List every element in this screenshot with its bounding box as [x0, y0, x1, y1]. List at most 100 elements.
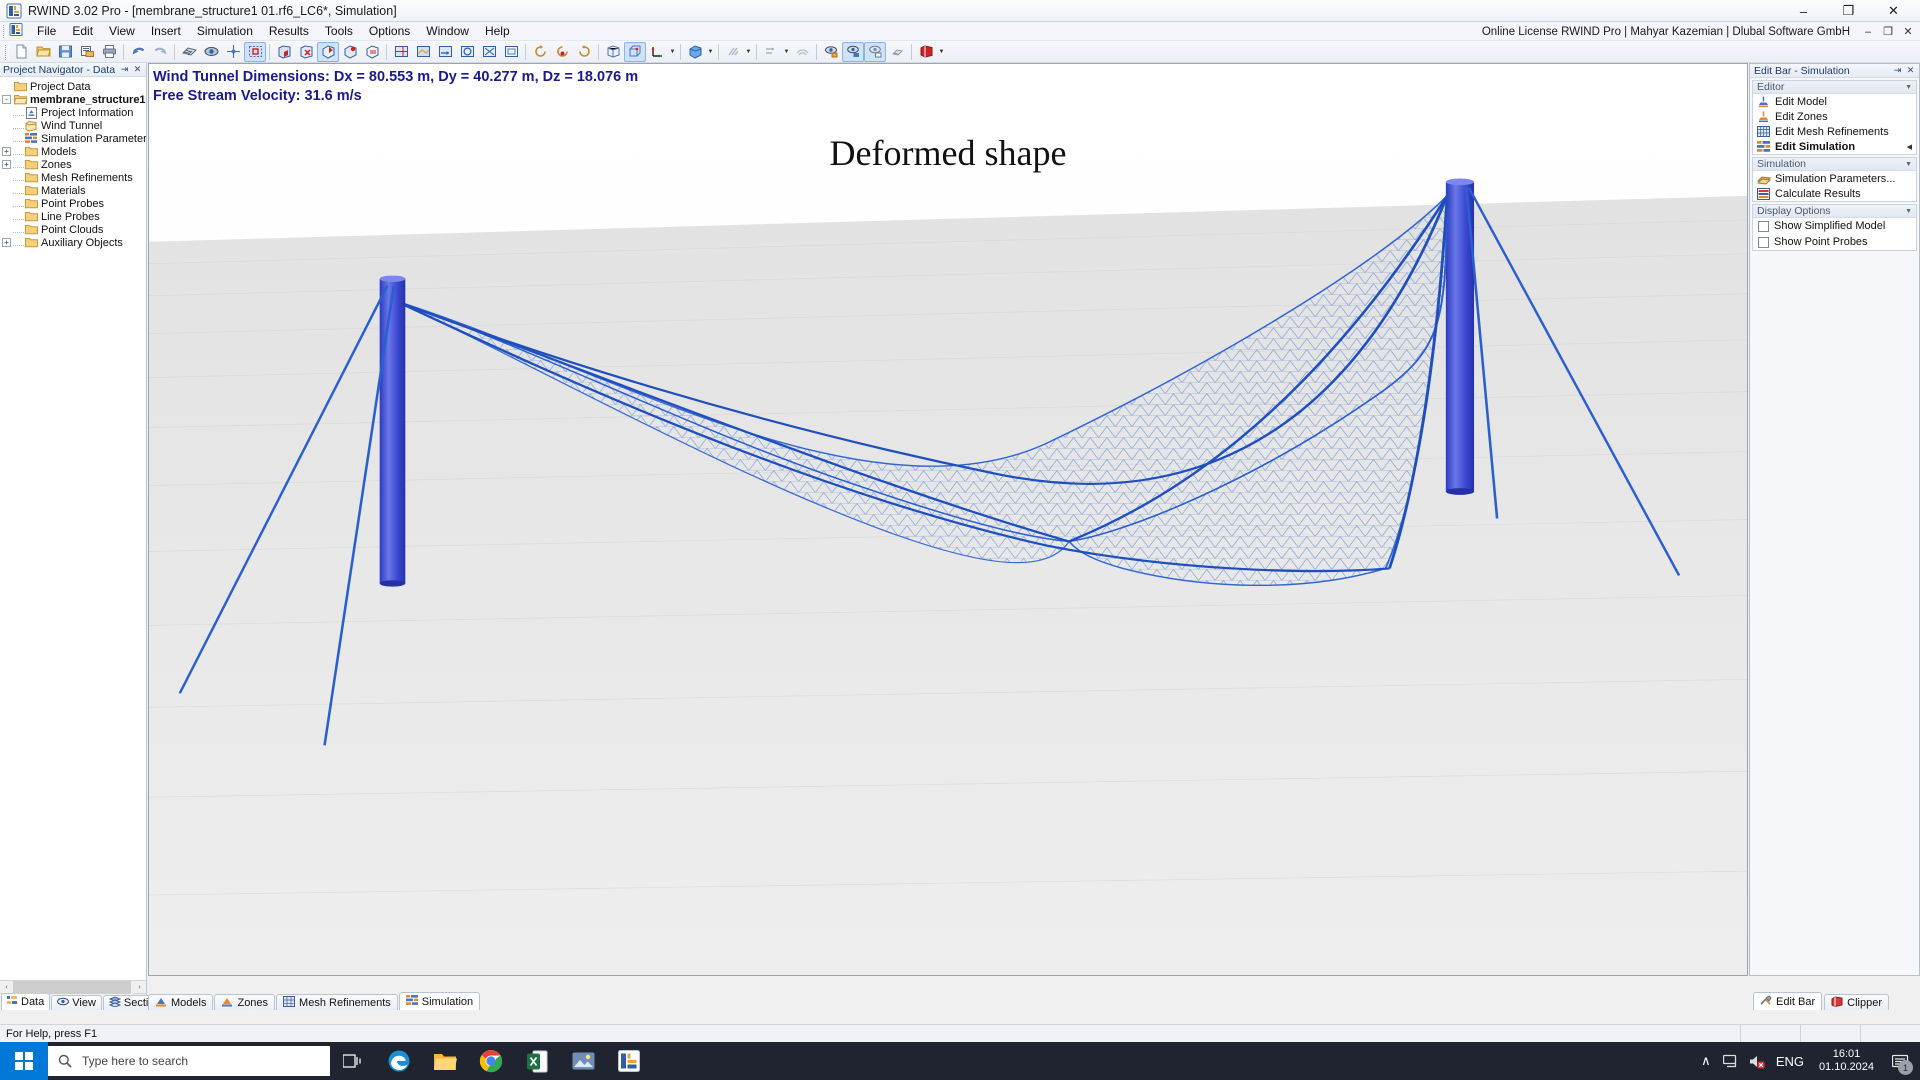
task-view-icon[interactable] [330, 1042, 376, 1080]
language-indicator[interactable]: ENG [1771, 1042, 1809, 1080]
rwind-icon[interactable] [606, 1042, 652, 1080]
viewport-tab-mesh-refinements[interactable]: Mesh Refinements [276, 994, 398, 1010]
tree-item-materials[interactable]: Materials [0, 184, 146, 197]
scroll-right-arrow-icon[interactable]: › [133, 983, 146, 991]
perspective-icon[interactable] [602, 42, 624, 62]
tree-item-point-probes[interactable]: Point Probes [0, 197, 146, 210]
snap-icon[interactable] [222, 42, 244, 62]
zoom-window-icon[interactable] [478, 42, 500, 62]
network-icon[interactable] [1719, 1042, 1745, 1080]
tree-item-membrane-structure1[interactable]: - membrane_structure1 [0, 93, 146, 106]
edit-bar-tab[interactable]: Edit Bar [1753, 992, 1823, 1010]
contour-icon[interactable] [412, 42, 434, 62]
scroll-track[interactable] [13, 980, 133, 994]
tree-expander-collapse[interactable]: - [2, 95, 11, 104]
toolbar-drag-grip[interactable] [2, 42, 10, 62]
tray-chevron-icon[interactable]: ∧ [1693, 1042, 1719, 1080]
menu-item-window[interactable]: Window [418, 22, 477, 40]
file-explorer-icon[interactable] [422, 1042, 468, 1080]
axonometric-icon[interactable] [624, 41, 646, 62]
report-icon[interactable] [76, 42, 98, 62]
app-minimize-button[interactable]: – [1781, 0, 1826, 22]
tree-item-point-clouds[interactable]: Point Clouds [0, 223, 146, 236]
tree-item-mesh-refinements[interactable]: Mesh Refinements [0, 171, 146, 184]
mdi-minimize-button[interactable]: – [1858, 26, 1878, 38]
undo-icon[interactable] [127, 42, 149, 62]
viewport-tab-models[interactable]: Models [148, 994, 214, 1010]
tree-item-zones[interactable]: + Zones [0, 158, 146, 171]
chevron-down-icon[interactable]: ▼ [1905, 208, 1912, 215]
tree-item-auxiliary-objects[interactable]: + Auxiliary Objects [0, 236, 146, 249]
menu-item-view[interactable]: View [101, 22, 143, 40]
navigator-tab-view[interactable]: View [51, 995, 102, 1010]
menu-drag-grip[interactable] [0, 22, 9, 41]
clipper-icon[interactable] [915, 42, 937, 62]
edit-bar-pin-button[interactable]: ⇥ [1892, 65, 1903, 76]
editor-group-header[interactable]: Editor ▼ [1753, 81, 1916, 94]
clipper-tab[interactable]: Clipper [1824, 994, 1889, 1010]
render-dropdown-arrow-icon[interactable]: ▼ [706, 42, 715, 62]
viewport-tab-simulation[interactable]: Simulation [398, 992, 481, 1010]
edge-browser-icon[interactable] [376, 1042, 422, 1080]
calculate-results-row[interactable]: Calculate Results [1753, 186, 1916, 201]
search-input[interactable]: Type here to search [48, 1046, 330, 1076]
menu-item-help[interactable]: Help [477, 22, 518, 40]
navigator-pin-button[interactable]: ⇥ [119, 64, 130, 75]
save-icon[interactable] [54, 42, 76, 62]
display-options-header[interactable]: Display Options ▼ [1753, 205, 1916, 218]
show-simplified-model-row[interactable]: Show Simplified Model [1753, 218, 1916, 234]
mdi-close-button[interactable]: ✕ [1898, 25, 1918, 38]
chevron-down-icon[interactable]: ▼ [1905, 84, 1912, 91]
edit-mesh-icon[interactable] [361, 42, 383, 62]
excel-icon[interactable] [514, 1042, 560, 1080]
tree-item-project-data[interactable]: Project Data [0, 80, 146, 93]
tree-item-simulation-parameters[interactable]: Simulation Parameters [0, 132, 146, 145]
results-iso-icon[interactable] [886, 42, 908, 62]
mesh-icon[interactable] [178, 42, 200, 62]
scroll-left-arrow-icon[interactable]: ‹ [0, 983, 13, 991]
show-point-probes-checkbox[interactable] [1758, 236, 1769, 248]
simulation-parameters-row[interactable]: Simulation Parameters... [1753, 171, 1916, 186]
tree-item-wind-tunnel[interactable]: Wind Tunnel [0, 119, 146, 132]
wind-eye-icon[interactable] [200, 42, 222, 62]
mdi-restore-button[interactable]: ❐ [1878, 25, 1898, 38]
results-grid-icon[interactable] [390, 42, 412, 62]
menu-item-results[interactable]: Results [261, 22, 317, 40]
results-surface-icon[interactable] [842, 41, 864, 62]
show-simplified-model-checkbox[interactable] [1758, 220, 1769, 232]
menu-item-simulation[interactable]: Simulation [189, 22, 261, 40]
menu-item-file[interactable]: File [29, 22, 64, 40]
tree-expander-expand[interactable]: + [2, 147, 11, 156]
section-icon[interactable] [456, 42, 478, 62]
show-results-icon[interactable] [820, 42, 842, 62]
edit-model-row[interactable]: Edit Model [1753, 94, 1916, 109]
print-icon[interactable] [98, 42, 120, 62]
tree-item-models[interactable]: + Models [0, 145, 146, 158]
rotate-left-icon[interactable] [529, 42, 551, 62]
scroll-thumb[interactable] [13, 980, 131, 994]
zoom-fit-icon[interactable] [500, 42, 522, 62]
viewport-tab-zones[interactable]: Zones [214, 994, 276, 1010]
delete-model-icon[interactable] [295, 42, 317, 62]
model-red-icon[interactable] [273, 42, 295, 62]
menu-item-options[interactable]: Options [361, 22, 418, 40]
flow-dropdown-arrow-icon[interactable]: ▼ [782, 42, 791, 62]
3d-viewport[interactable]: Wind Tunnel Dimensions: Dx = 80.553 m, D… [148, 63, 1748, 976]
edit-simulation-row[interactable]: Edit Simulation ◀ [1753, 139, 1916, 154]
vector-icon[interactable] [434, 42, 456, 62]
transparency-icon[interactable] [722, 42, 744, 62]
tree-expander-expand[interactable]: + [2, 160, 11, 169]
navigator-tab-data[interactable]: Data [1, 993, 51, 1010]
menu-item-insert[interactable]: Insert [143, 22, 189, 40]
tree-item-line-probes[interactable]: Line Probes [0, 210, 146, 223]
axes-icon[interactable] [646, 42, 668, 62]
edit-mesh-refinements-row[interactable]: Edit Mesh Refinements [1753, 124, 1916, 139]
open-file-icon[interactable] [32, 42, 54, 62]
3d-scene[interactable] [149, 64, 1747, 975]
new-file-icon[interactable] [10, 42, 32, 62]
flow-line-icon[interactable] [760, 42, 782, 62]
photos-icon[interactable] [560, 1042, 606, 1080]
document-menu-icon[interactable] [9, 23, 27, 39]
clock[interactable]: 16:01 01.10.2024 [1809, 1048, 1884, 1074]
transparency-dropdown-arrow-icon[interactable]: ▼ [744, 42, 753, 62]
